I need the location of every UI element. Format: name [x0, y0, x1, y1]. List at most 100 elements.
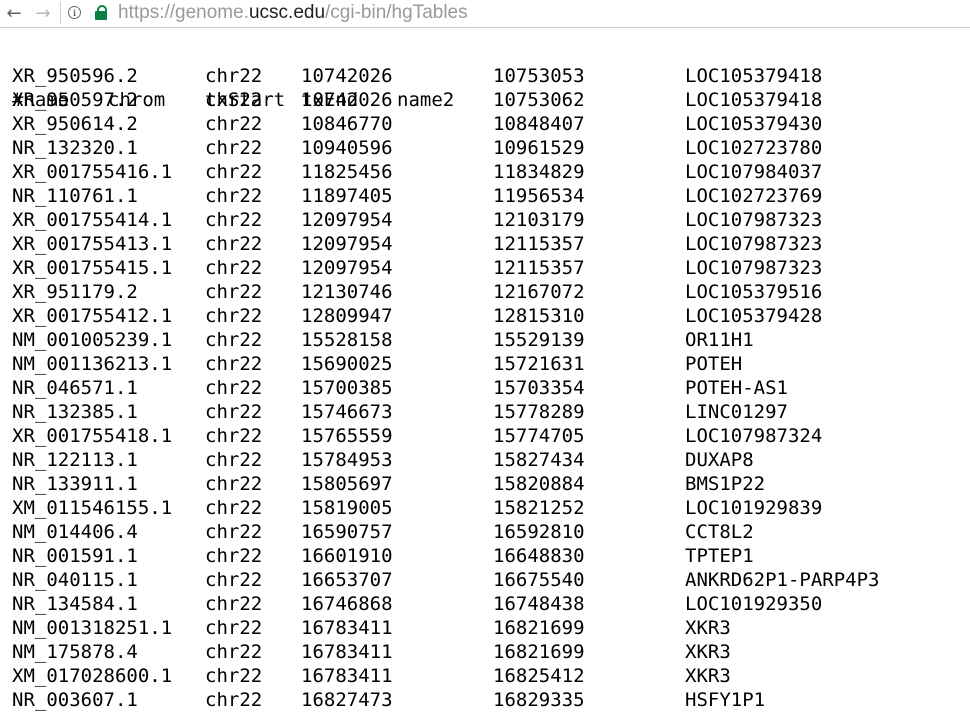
- cell-txend: 12167072: [493, 281, 585, 303]
- cell-txend: 12815310: [493, 305, 585, 327]
- cell-txend: 10848407: [493, 113, 585, 135]
- cell-txstart: 12130746: [301, 281, 393, 303]
- table-row: XR_001755412.1 chr22 12809947 12815310 LOC10…: [12, 304, 970, 328]
- cell-name2: LOC105379418: [685, 65, 823, 87]
- cell-name2: LOC107984037: [685, 161, 823, 183]
- cell-name: XR_001755413.1: [12, 233, 173, 255]
- cell-name: NR_132320.1: [12, 137, 138, 159]
- cell-name: NR_122113.1: [12, 449, 138, 471]
- browser-toolbar: ← → i https://genome.ucsc.edu/cgi-bin/hg…: [0, 0, 970, 28]
- cell-name2: LOC105379516: [685, 281, 823, 303]
- cell-name2: CCT8L2: [685, 521, 754, 543]
- cell-name: XR_950614.2: [12, 113, 138, 135]
- cell-name2: LOC107987324: [685, 425, 823, 447]
- cell-name2: POTEH-AS1: [685, 377, 788, 399]
- cell-chrom: chr22: [205, 425, 263, 447]
- cell-name: NR_040115.1: [12, 569, 138, 591]
- cell-name2: LOC105379418: [685, 89, 823, 111]
- table-row: XR_001755413.1 chr22 12097954 12115357 LOC10…: [12, 232, 970, 256]
- cell-name2: XKR3: [685, 617, 731, 639]
- info-icon[interactable]: i: [68, 6, 81, 19]
- table-row: XR_001755418.1 chr22 15765559 15774705 LOC10…: [12, 424, 970, 448]
- cell-txstart: 16783411: [301, 665, 393, 687]
- table-row: NR_132320.1 chr22 10940596 10961529 LOC10272…: [12, 136, 970, 160]
- cell-chrom: chr22: [205, 449, 263, 471]
- cell-txstart: 10940596: [301, 137, 393, 159]
- cell-name: XR_001755412.1: [12, 305, 173, 327]
- cell-txend: 12115357: [493, 233, 585, 255]
- cell-txend: 15820884: [493, 473, 585, 495]
- cell-txend: 15821252: [493, 497, 585, 519]
- cell-name2: XKR3: [685, 665, 731, 687]
- cell-txend: 16675540: [493, 569, 585, 591]
- cell-name2: LOC101929839: [685, 497, 823, 519]
- url-path: /cgi-bin/hgTables: [325, 2, 468, 23]
- cell-name2: LOC105379430: [685, 113, 823, 135]
- cell-txend: 16825412: [493, 665, 585, 687]
- cell-txend: 16821699: [493, 641, 585, 663]
- cell-name2: LOC105379428: [685, 305, 823, 327]
- cell-chrom: chr22: [205, 209, 263, 231]
- cell-txend: 12115357: [493, 257, 585, 279]
- table-row: NR_132385.1 chr22 15746673 15778289 LINC0129…: [12, 400, 970, 424]
- table-row: NR_110761.1 chr22 11897405 11956534 LOC10272…: [12, 184, 970, 208]
- cell-name: NR_003607.1: [12, 689, 138, 711]
- cell-txstart: 16601910: [301, 545, 393, 567]
- cell-chrom: chr22: [205, 353, 263, 375]
- cell-txstart: 15746673: [301, 401, 393, 423]
- table-row: NR_046571.1 chr22 15700385 15703354 POTEH-AS…: [12, 376, 970, 400]
- cell-txend: 16829335: [493, 689, 585, 711]
- cell-txstart: 16653707: [301, 569, 393, 591]
- cell-txend: 12103179: [493, 209, 585, 231]
- cell-txend: 11834829: [493, 161, 585, 183]
- table-row: NM_001136213.1 chr22 15690025 15721631 POTEH: [12, 352, 970, 376]
- arrow-right-icon[interactable]: →: [32, 0, 54, 27]
- table-header-row: #name chrom txStart txEnd name2: [12, 40, 970, 111]
- url-subdomain: genome.: [175, 2, 249, 23]
- cell-name: XR_950597.2: [12, 89, 138, 111]
- table-row: XM_011546155.1 chr22 15819005 15821252 LOC10…: [12, 496, 970, 520]
- cell-chrom: chr22: [205, 185, 263, 207]
- table-row: NM_014406.4 chr22 16590757 16592810 CCT8L2: [12, 520, 970, 544]
- cell-chrom: chr22: [205, 89, 263, 111]
- cell-name: NR_001591.1: [12, 545, 138, 567]
- cell-chrom: chr22: [205, 689, 263, 711]
- table-row: XR_001755414.1 chr22 12097954 12103179 LOC10…: [12, 208, 970, 232]
- cell-name2: DUXAP8: [685, 449, 754, 471]
- cell-name2: POTEH: [685, 353, 743, 375]
- cell-txend: 15529139: [493, 329, 585, 351]
- cell-chrom: chr22: [205, 233, 263, 255]
- cell-name: NM_001318251.1: [12, 617, 173, 639]
- cell-txstart: 15690025: [301, 353, 393, 375]
- cell-txstart: 15700385: [301, 377, 393, 399]
- table-row: NR_003607.1 chr22 16827473 16829335 HSFY1P1: [12, 688, 970, 712]
- cell-txend: 15703354: [493, 377, 585, 399]
- cell-name: NR_134584.1: [12, 593, 138, 615]
- cell-name2: BMS1P22: [685, 473, 766, 495]
- cell-txstart: 16827473: [301, 689, 393, 711]
- arrow-left-icon[interactable]: ←: [3, 0, 25, 27]
- table-row: NM_001318251.1 chr22 16783411 16821699 XKR3: [12, 616, 970, 640]
- cell-txstart: 16590757: [301, 521, 393, 543]
- cell-txstart: 16783411: [301, 641, 393, 663]
- cell-name: XR_951179.2: [12, 281, 138, 303]
- cell-chrom: chr22: [205, 305, 263, 327]
- table-row: NR_122113.1 chr22 15784953 15827434 DUXAP8: [12, 448, 970, 472]
- cell-txstart: 12097954: [301, 209, 393, 231]
- cell-name2: LOC101929350: [685, 593, 823, 615]
- cell-chrom: chr22: [205, 641, 263, 663]
- cell-txstart: 15528158: [301, 329, 393, 351]
- table-row: XR_950597.2 chr22 10742026 10753062 LOC10537…: [12, 88, 970, 112]
- cell-chrom: chr22: [205, 65, 263, 87]
- address-bar[interactable]: https://genome.ucsc.edu/cgi-bin/hgTables: [118, 0, 468, 25]
- cell-name: NM_001005239.1: [12, 329, 173, 351]
- cell-txend: 15721631: [493, 353, 585, 375]
- cell-name: NR_132385.1: [12, 401, 138, 423]
- url-scheme: https://: [118, 2, 176, 23]
- table-row: NR_133911.1 chr22 15805697 15820884 BMS1P22: [12, 472, 970, 496]
- cell-name: NM_014406.4: [12, 521, 138, 543]
- lock-icon[interactable]: [95, 4, 107, 20]
- cell-txend: 10753053: [493, 65, 585, 87]
- cell-name: XM_011546155.1: [12, 497, 173, 519]
- cell-txstart: 15784953: [301, 449, 393, 471]
